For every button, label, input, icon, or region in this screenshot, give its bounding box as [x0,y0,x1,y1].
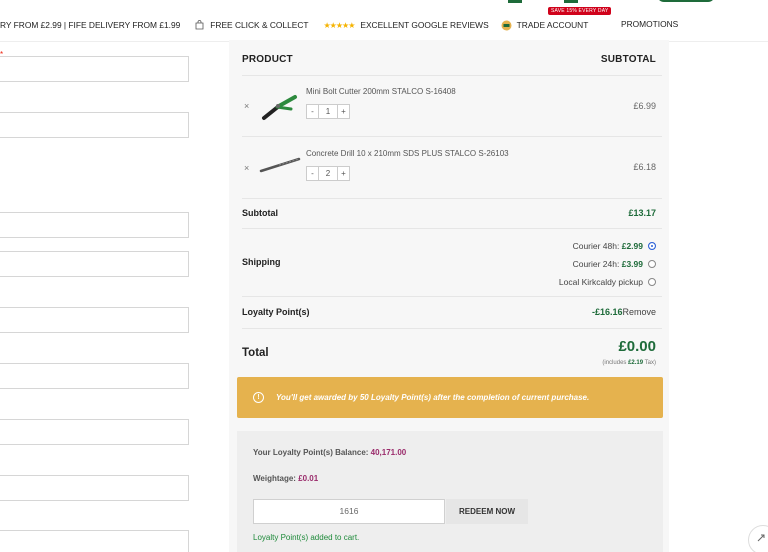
top-nav: RY FROM £2.99 | FIFE DELIVERY FROM £1.99… [0,18,678,32]
loyalty-points-row: Loyalty Point(s) -£16.16Remove [242,297,662,329]
billing-field-8[interactable] [0,475,189,501]
billing-field-1[interactable] [0,56,189,82]
subtotal-row: Subtotal £13.17 [242,199,662,229]
loyalty-redeem-box: Your Loyalty Point(s) Balance: 40,171.00… [237,431,663,552]
shipping-options: Courier 48h: £2.99 Courier 24h: £3.99 Lo… [559,237,656,291]
loyalty-award-notice: ! You'll get awarded by 50 Loyalty Point… [237,377,663,418]
shipping-option-price: £3.99 [621,259,643,269]
billing-field-3[interactable] [0,212,189,238]
total-value: £0.00 [618,338,656,355]
redeem-now-button[interactable]: REDEEM NOW [446,499,528,524]
shipping-option-label: Courier 48h: [572,241,622,251]
shipping-option-courier-48h[interactable]: Courier 48h: £2.99 [559,237,656,255]
shipping-option-label: Local Kirkcaldy pickup [558,277,643,287]
radio-unselected[interactable] [648,260,656,268]
promotions-link[interactable]: PROMOTIONS [621,19,678,29]
loyalty-added-message: Loyalty Point(s) added to cart. [253,533,360,542]
click-collect-label: FREE CLICK & COLLECT [210,20,309,30]
loyalty-balance-label: Your Loyalty Point(s) Balance: [253,448,371,457]
trade-save-badge: SAVE 15% EVERY DAY [548,7,612,15]
stars-icon: ★★★★★ [323,20,356,30]
header-green-block-2 [564,0,578,3]
trade-account-label: TRADE ACCOUNT [516,20,589,30]
item-price: £6.99 [633,101,656,111]
qty-increase-button[interactable]: + [337,104,350,119]
trade-card-icon [501,20,512,30]
cart-item-row: × Mini Bolt Cutter 200mm STALCO S-16408 … [242,76,662,137]
qty-increase-button[interactable]: + [337,166,350,181]
loyalty-remove-link[interactable]: Remove [622,307,656,317]
subtotal-value: £13.17 [628,208,656,218]
total-row: Total £0.00 (includes £2.19 Tax) [242,329,662,377]
billing-field-7[interactable] [0,419,189,445]
concrete-drill-image [259,157,301,173]
radio-unselected[interactable] [648,278,656,286]
loyalty-weightage-value: £0.01 [298,474,319,483]
loyalty-balance-value: 40,171.00 [370,448,407,457]
shipping-label: Shipping [242,257,281,267]
header-green-block [508,0,522,3]
arrow-up-icon [757,534,765,542]
subtotal-label: Subtotal [242,208,278,218]
tax-note: (includes £2.19 Tax) [602,360,656,366]
loyalty-weightage-label: Weightage: [253,474,299,483]
loyalty-weightage: Weightage: £0.01 [253,474,318,483]
product-name[interactable]: Concrete Drill 10 x 210mm SDS PLUS STALC… [306,149,509,158]
product-name[interactable]: Mini Bolt Cutter 200mm STALCO S-16408 [306,87,456,96]
shipping-option-courier-24h[interactable]: Courier 24h: £3.99 [559,255,656,273]
item-price: £6.18 [633,162,656,172]
info-icon: ! [253,392,264,403]
tax-suffix: Tax) [643,360,656,366]
billing-field-4[interactable] [0,251,189,277]
product-column-header: PRODUCT [242,54,293,65]
total-label: Total [242,347,269,359]
loyalty-points-label: Loyalty Point(s) [242,307,310,317]
header-green-pill[interactable] [657,0,715,2]
trade-account-link[interactable]: TRADE ACCOUNT [501,20,589,31]
order-table-header: PRODUCT SUBTOTAL [242,44,662,76]
shipping-option-price: £2.99 [621,241,643,251]
qty-input[interactable]: 1 [319,104,337,119]
bolt-cutter-image [262,95,297,120]
shipping-option-label: Courier 24h: [572,259,622,269]
scroll-to-top-button[interactable] [748,525,768,552]
loyalty-award-text: You'll get awarded by 50 Loyalty Point(s… [276,393,590,402]
bag-icon [195,20,204,30]
loyalty-balance: Your Loyalty Point(s) Balance: 40,171.00 [253,448,406,457]
cart-item-row: × Concrete Drill 10 x 210mm SDS PLUS STA… [242,137,662,199]
billing-field-2[interactable] [0,112,189,138]
delivery-info[interactable]: RY FROM £2.99 | FIFE DELIVERY FROM £1.99 [0,20,180,30]
qty-decrease-button[interactable]: - [306,104,319,119]
tax-value: £2.19 [628,360,644,366]
quantity-stepper: -1 + [306,104,456,119]
qty-input[interactable]: 2 [319,166,337,181]
loyalty-discount: -£16.16 [591,307,623,317]
shipping-row: Shipping Courier 48h: £2.99 Courier 24h:… [242,229,662,297]
shipping-option-local-pickup[interactable]: Local Kirkcaldy pickup [559,273,656,291]
qty-decrease-button[interactable]: - [306,166,319,181]
radio-selected[interactable] [648,242,656,250]
google-reviews-link[interactable]: ★★★★★ EXCELLENT GOOGLE REVIEWS [324,20,489,30]
remove-item-icon[interactable]: × [244,163,249,173]
subtotal-column-header: SUBTOTAL [600,54,656,65]
billing-field-9[interactable] [0,530,189,552]
remove-item-icon[interactable]: × [244,101,249,111]
top-info-bar: SAVE 15% EVERY DAY RY FROM £2.99 | FIFE … [0,0,768,42]
click-collect-link[interactable]: FREE CLICK & COLLECT [195,20,309,30]
loyalty-points-value: -£16.16Remove [592,307,656,317]
billing-field-6[interactable] [0,363,189,389]
loyalty-points-input[interactable]: 1616 [253,499,445,524]
quantity-stepper: -2 + [306,166,509,181]
tax-prefix: (includes [602,360,629,366]
google-reviews-label: EXCELLENT GOOGLE REVIEWS [360,20,489,30]
billing-field-5[interactable] [0,307,189,333]
